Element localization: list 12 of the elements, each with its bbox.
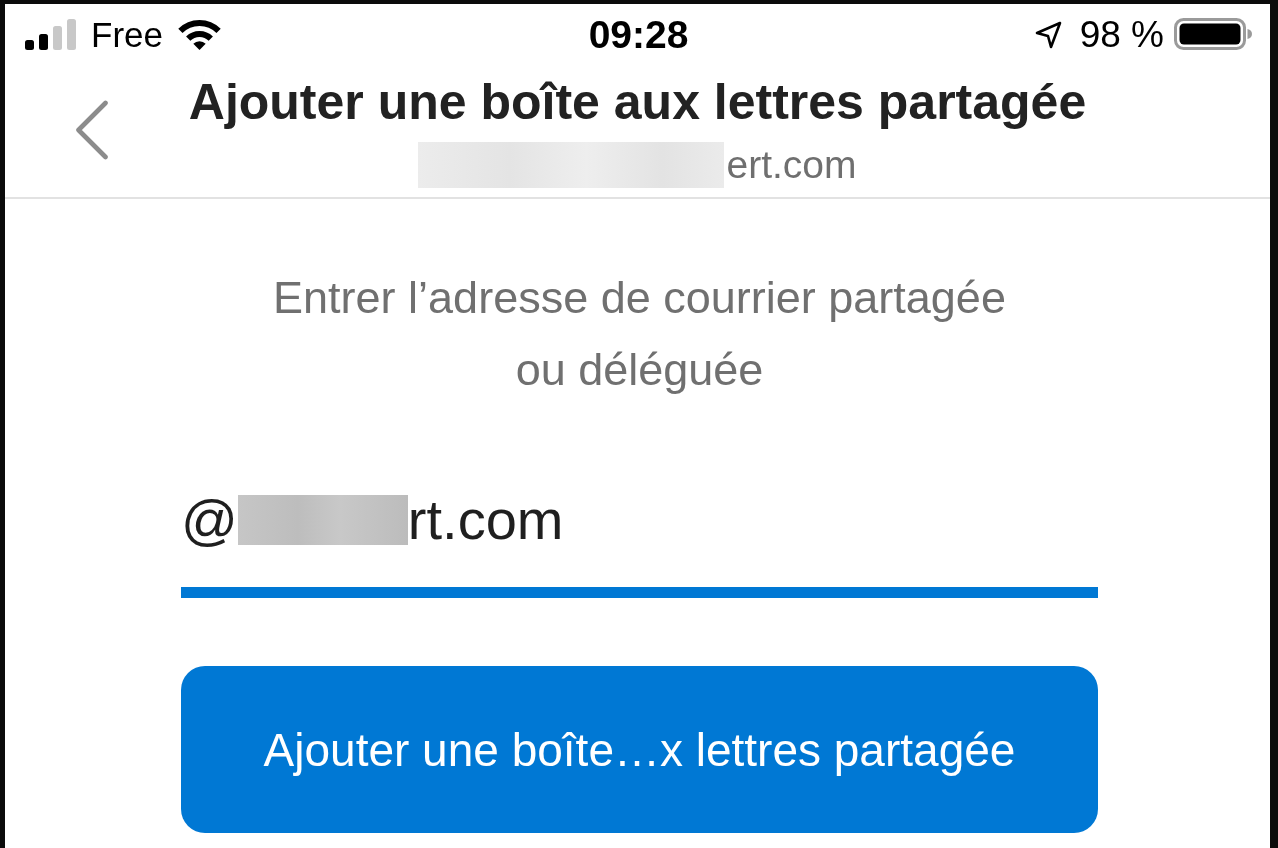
page-title: Ajouter une boîte aux lettres partagée — [188, 73, 1087, 132]
carrier-name: Free — [91, 16, 163, 52]
prompt-text: Entrer l’adresse de courrier partagée ou déléguée — [272, 271, 1007, 397]
battery-percent: 98 % — [1079, 15, 1164, 53]
add-mailbox-button[interactable]: Ajouter une boîte…x lettres partagée — [181, 666, 1098, 833]
location-arrow-icon — [1034, 20, 1062, 49]
clock-time: 09:28 — [588, 14, 689, 54]
email-field[interactable]: @ rt.com — [181, 486, 1098, 598]
battery-icon — [1174, 18, 1252, 50]
signal-icon — [25, 18, 76, 50]
back-icon — [75, 100, 109, 160]
account-address: ert.com — [726, 142, 857, 188]
